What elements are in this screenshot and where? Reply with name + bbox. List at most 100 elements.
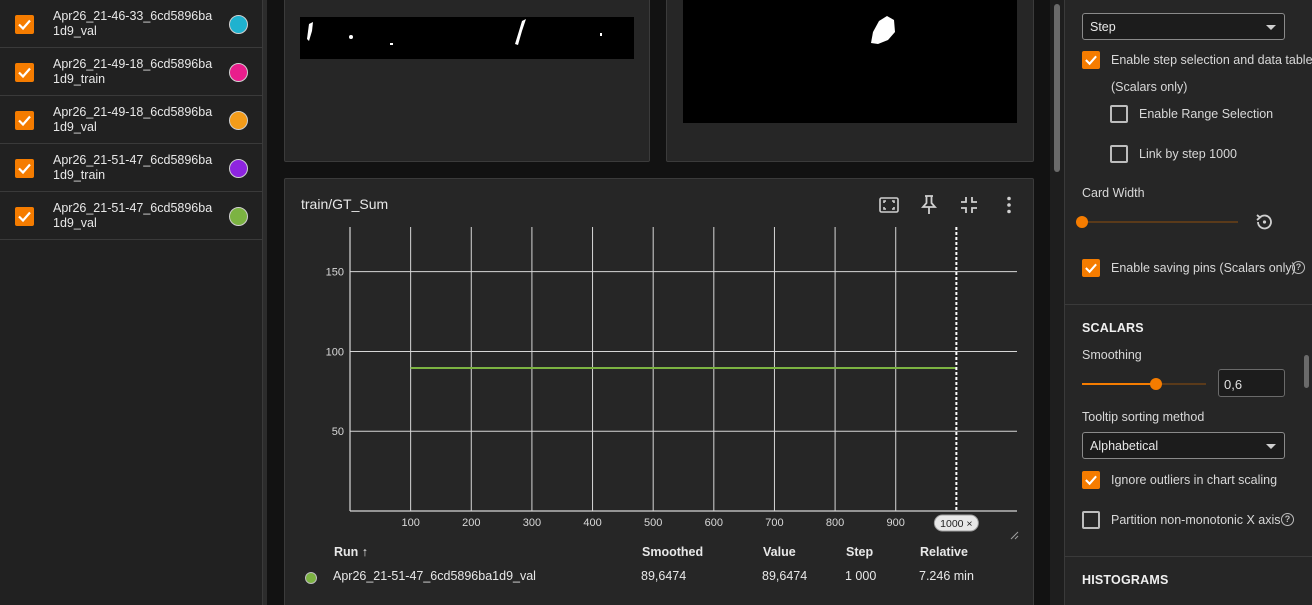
- histograms-section-header: HISTOGRAMS: [1082, 573, 1169, 587]
- section-divider: [1065, 304, 1312, 305]
- x-tick-label: 600: [705, 517, 723, 529]
- saving-pins-label: Enable saving pins (Scalars only): [1111, 261, 1296, 275]
- check-icon: [18, 67, 31, 79]
- tooltip-sort-select[interactable]: Alphabetical: [1082, 432, 1285, 459]
- ignore-outliers-checkbox[interactable]: [1082, 471, 1100, 489]
- check-icon: [18, 115, 31, 127]
- check-icon: [1085, 263, 1097, 274]
- scalar-chart-card: 100 200 300 400 500 600 700 800 900 50 100 150 1000 …: [284, 178, 1034, 605]
- fit-domain-button[interactable]: [877, 193, 901, 217]
- table-cell-relative: 7.246 min: [919, 569, 974, 583]
- run-checkbox[interactable]: [15, 207, 34, 226]
- x-tick-label: 500: [644, 517, 662, 529]
- run-color-swatch[interactable]: [229, 111, 248, 130]
- runs-panel: Apr26_21-46-33_6cd5896ba1d9_val Apr26_21…: [0, 0, 263, 605]
- panel-splitter[interactable]: [263, 0, 267, 605]
- scalars-section-header: SCALARS: [1082, 321, 1144, 335]
- card-width-slider-track[interactable]: [1082, 221, 1238, 223]
- table-cell-run: Apr26_21-51-47_6cd5896ba1d9_val: [333, 569, 536, 583]
- y-tick-label: 100: [326, 346, 344, 358]
- run-color-dot: [305, 572, 317, 584]
- tooltip-sort-value: Alphabetical: [1090, 439, 1159, 453]
- more-options-button[interactable]: [997, 193, 1021, 217]
- help-icon[interactable]: ?: [1292, 261, 1305, 274]
- settings-scrollbar-thumb[interactable]: [1304, 355, 1309, 388]
- reset-card-width-button[interactable]: [1253, 211, 1275, 233]
- check-icon: [18, 19, 31, 31]
- settings-panel: Step Enable step selection and data tabl…: [1064, 0, 1312, 605]
- link-by-step-checkbox[interactable]: [1110, 145, 1128, 163]
- resize-handle-icon[interactable]: [1010, 531, 1019, 540]
- range-selection-label: Enable Range Selection: [1139, 107, 1274, 121]
- smoothing-slider-knob[interactable]: [1150, 378, 1163, 390]
- column-header-value[interactable]: Value: [763, 545, 796, 559]
- run-color-swatch[interactable]: [229, 207, 248, 226]
- more-vert-icon: [1007, 196, 1011, 214]
- run-row[interactable]: Apr26_21-46-33_6cd5896ba1d9_val: [0, 0, 263, 48]
- help-icon[interactable]: ?: [1281, 513, 1294, 526]
- range-selection-checkbox[interactable]: [1110, 105, 1128, 123]
- collapse-button[interactable]: [957, 193, 981, 217]
- column-header-relative[interactable]: Relative: [920, 545, 968, 559]
- image-card: [666, 0, 1034, 162]
- section-divider: [1065, 556, 1312, 557]
- run-checkbox[interactable]: [15, 111, 34, 130]
- card-width-label: Card Width: [1082, 186, 1145, 200]
- saving-pins-checkbox[interactable]: [1082, 259, 1100, 277]
- x-axis-type-value: Step: [1090, 20, 1116, 34]
- run-row[interactable]: Apr26_21-51-47_6cd5896ba1d9_val: [0, 192, 263, 240]
- ignore-outliers-label: Ignore outliers in chart scaling: [1111, 473, 1278, 487]
- column-header-step[interactable]: Step: [846, 545, 873, 559]
- x-tick-label: 900: [887, 517, 905, 529]
- partition-x-axis-label: Partition non-monotonic X axis: [1111, 513, 1281, 527]
- table-cell-step: 1 000: [845, 569, 877, 583]
- x-tick-label: 400: [583, 517, 601, 529]
- x-tick-label: 100: [401, 517, 419, 529]
- main-scrollbar-thumb[interactable]: [1054, 4, 1060, 172]
- run-label: Apr26_21-49-18_6cd5896ba1d9_val: [53, 105, 213, 134]
- step-selection-checkbox[interactable]: [1082, 51, 1100, 69]
- table-cell-smoothed: 89,6474: [641, 569, 687, 583]
- check-icon: [1085, 475, 1097, 486]
- check-icon: [1085, 55, 1097, 66]
- image-card: [284, 0, 650, 162]
- run-color-swatch[interactable]: [229, 15, 248, 34]
- run-row[interactable]: Apr26_21-51-47_6cd5896ba1d9_train: [0, 144, 263, 192]
- run-checkbox[interactable]: [15, 63, 34, 82]
- dropdown-caret-icon: [1266, 25, 1276, 30]
- smoothing-input[interactable]: 0,6: [1218, 369, 1285, 397]
- x-tick-label: 800: [826, 517, 844, 529]
- run-label: Apr26_21-49-18_6cd5896ba1d9_train: [53, 57, 213, 86]
- line-chart[interactable]: 100 200 300 400 500 600 700 800 900 50 100 150 1000 …: [285, 179, 1035, 549]
- run-checkbox[interactable]: [15, 159, 34, 178]
- smoothing-value: 0,6: [1224, 377, 1243, 392]
- run-label: Apr26_21-51-47_6cd5896ba1d9_train: [53, 153, 213, 182]
- x-axis-type-select[interactable]: Step: [1082, 13, 1285, 40]
- run-row[interactable]: Apr26_21-49-18_6cd5896ba1d9_train: [0, 48, 263, 96]
- pin-button[interactable]: [917, 193, 941, 217]
- run-checkbox[interactable]: [15, 15, 34, 34]
- link-by-step-label: Link by step 1000: [1139, 147, 1237, 161]
- run-row[interactable]: Apr26_21-49-18_6cd5896ba1d9_val: [0, 96, 263, 144]
- partition-x-axis-checkbox[interactable]: [1082, 511, 1100, 529]
- step-selection-sublabel: (Scalars only): [1111, 80, 1188, 94]
- step-marker-label[interactable]: 1000 ×: [940, 518, 972, 530]
- step-selection-label: Enable step selection and data table: [1111, 53, 1312, 67]
- x-tick-label: 300: [523, 517, 541, 529]
- mask-image: [683, 0, 1017, 123]
- x-tick-label: 200: [462, 517, 480, 529]
- column-header-run[interactable]: Run ↑: [334, 545, 368, 559]
- check-icon: [18, 163, 31, 175]
- mask-image: [300, 17, 634, 59]
- x-tick-label: 700: [765, 517, 783, 529]
- card-width-slider-knob[interactable]: [1076, 216, 1088, 228]
- run-color-swatch[interactable]: [229, 63, 248, 82]
- column-header-smoothed[interactable]: Smoothed: [642, 545, 703, 559]
- run-color-swatch[interactable]: [229, 159, 248, 178]
- collapse-icon: [961, 197, 977, 213]
- pin-icon: [921, 195, 937, 214]
- chart-title: train/GT_Sum: [301, 196, 389, 212]
- tooltip-sort-label: Tooltip sorting method: [1082, 410, 1205, 424]
- check-icon: [18, 211, 31, 223]
- dropdown-caret-icon: [1266, 444, 1276, 449]
